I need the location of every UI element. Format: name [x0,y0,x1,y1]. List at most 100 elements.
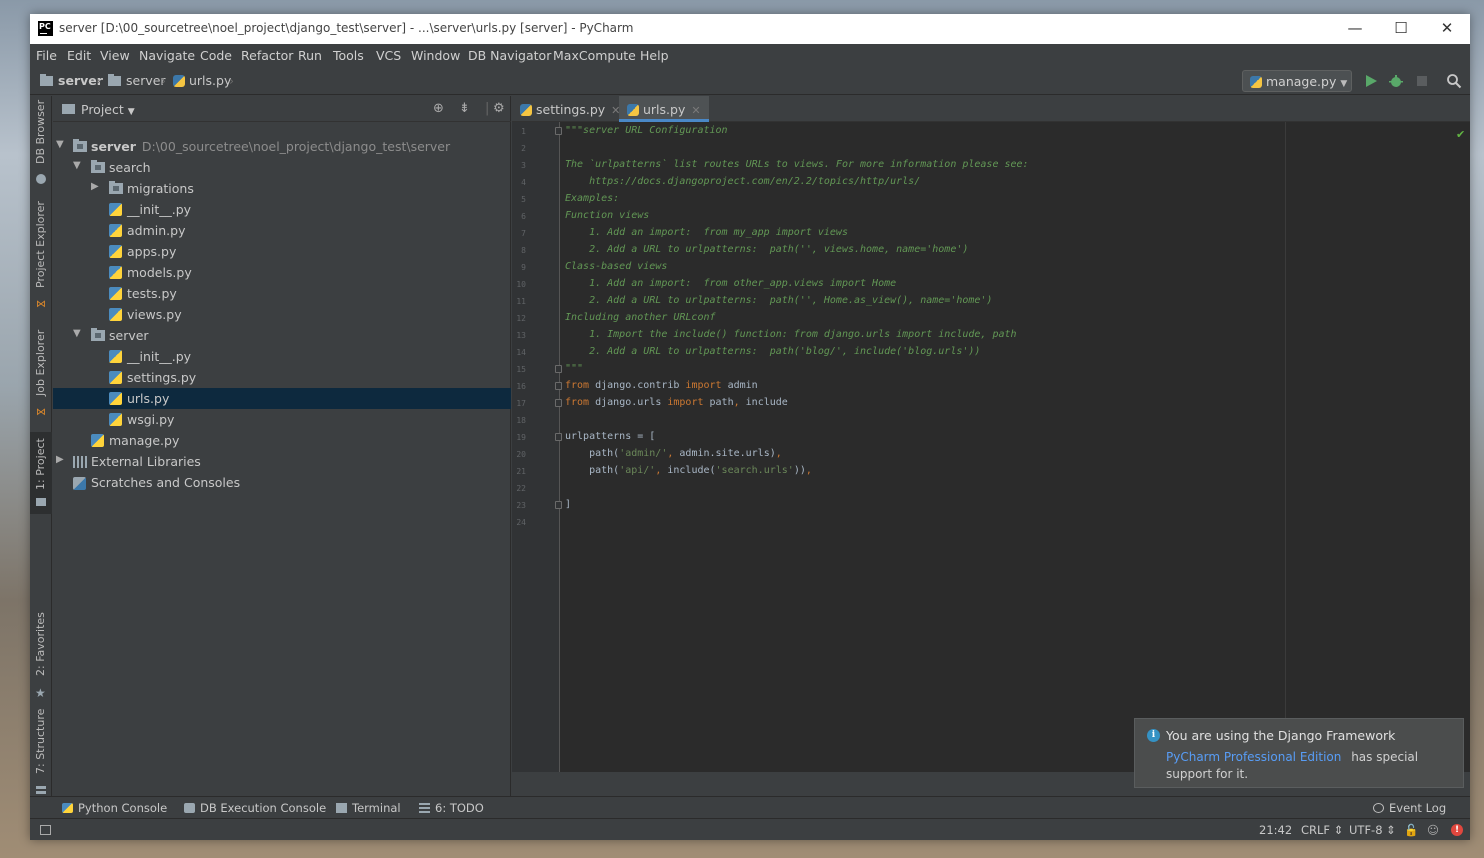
menu-maxcompute[interactable]: MaxCompute [553,48,636,63]
gear-icon[interactable]: ⚙ [493,101,505,116]
line-number: 17 [516,399,526,408]
terminal-button[interactable]: Terminal [336,801,401,815]
line-number: 18 [516,416,526,425]
tree-item-server-root[interactable]: ▼ server D:\00_sourcetree\noel_project\dj… [53,136,511,157]
chevron-right-icon: ▶ [91,181,99,192]
line-number: 24 [516,518,526,527]
tab-urls-py[interactable]: urls.py ✕ [619,96,709,122]
breadcrumb-separator: › [96,73,101,88]
minimize-button[interactable]: — [1332,14,1378,44]
code-line: 1. Import the include() function: from d… [565,329,1017,340]
menu-run[interactable]: Run [298,48,322,63]
inspector-icon[interactable]: ☺ [1427,823,1439,837]
menu-window[interactable]: Window [411,48,460,63]
caret-position[interactable]: 21:42 [1259,823,1292,837]
debug-icon[interactable] [1388,73,1404,89]
close-button[interactable]: ✕ [1424,14,1470,44]
tab-settings-py[interactable]: settings.py ✕ [512,96,628,122]
search-icon[interactable] [1446,73,1462,89]
menu-file[interactable]: File [36,48,57,63]
run-configuration-dropdown[interactable]: manage.py ▼ [1242,70,1352,92]
run-icon[interactable] [1363,73,1379,89]
notification-body: PyCharm Professional Edition has special… [1166,749,1456,783]
line-number: 3 [521,161,526,170]
db-execution-console-button[interactable]: DB Execution Console [184,801,326,815]
menu-vcs[interactable]: VCS [376,48,401,63]
tree-item-models[interactable]: models.py [53,262,511,283]
close-tab-icon[interactable]: ✕ [691,104,700,117]
line-separator[interactable]: CRLF ⇕ [1301,823,1343,837]
terminal-icon [336,803,347,813]
project-view-dropdown[interactable]: Project ▼ [81,102,135,117]
menu-edit[interactable]: Edit [67,48,91,63]
tab-structure[interactable]: 7: Structure [30,709,52,796]
fold-marker-icon[interactable] [555,433,562,441]
tree-item-tests[interactable]: tests.py [53,283,511,304]
toggle-tool-windows-icon[interactable] [40,825,51,835]
python-file-icon [91,434,104,447]
line-number: 11 [516,297,526,306]
fold-marker-icon[interactable] [555,382,562,390]
line-number: 13 [516,331,526,340]
tree-item-server-init[interactable]: __init__.py [53,346,511,367]
python-file-icon [173,75,185,87]
menu-code[interactable]: Code [200,48,232,63]
tree-item-migrations[interactable]: ▶ migrations [53,178,511,199]
file-encoding[interactable]: UTF-8 ⇕ [1349,823,1396,837]
breadcrumb-project[interactable]: server [40,73,103,88]
tree-item-apps[interactable]: apps.py [53,241,511,262]
tab-project[interactable]: 1: Project [30,432,52,514]
bottom-tool-bar: Python Console DB Execution Console Term… [30,796,1470,818]
menu-view[interactable]: View [100,48,130,63]
fold-marker-icon[interactable] [555,127,562,135]
tree-item-search[interactable]: ▼ search [53,157,511,178]
python-file-icon [109,308,122,321]
code-line: ] [565,499,572,510]
code-editor[interactable]: 1 2 3 4 5 6 7 8 9 10 11 12 13 14 15 16 17 18 19 20 21 22 23 24 … [512,122,1470,772]
menu-db-navigator[interactable]: DB Navigator [468,48,551,63]
tree-item-manage[interactable]: manage.py [53,430,511,451]
fold-marker-icon[interactable] [555,399,562,407]
maximize-button[interactable]: ☐ [1378,14,1424,44]
locate-file-icon[interactable]: ⊕ [433,101,444,116]
tree-item-settings[interactable]: settings.py [53,367,511,388]
menu-refactor[interactable]: Refactor [241,48,293,63]
python-file-icon [109,266,122,279]
lock-icon[interactable]: 🔓 [1404,823,1418,837]
tab-db-browser[interactable]: DB Browser [30,100,52,192]
tree-item-scratches[interactable]: Scratches and Consoles [53,472,511,493]
stop-icon[interactable] [1414,73,1430,89]
tree-item-views[interactable]: views.py [53,304,511,325]
tree-item-server-pkg[interactable]: ▼ server [53,325,511,346]
line-number: 7 [521,229,526,238]
tree-item-external-libraries[interactable]: ▶ External Libraries [53,451,511,472]
menu-tools[interactable]: Tools [333,48,364,63]
python-file-icon [109,350,122,363]
tree-item-search-init[interactable]: __init__.py [53,199,511,220]
menu-bar: File Edit View Navigate Code Refactor Ru… [30,44,1470,68]
tab-favorites[interactable]: 2: Favorites ★ [30,612,52,704]
fold-marker-icon[interactable] [555,365,562,373]
python-file-icon [109,224,122,237]
todo-button[interactable]: 6: TODO [419,801,484,815]
code-line: urlpatterns = [ [565,431,656,442]
line-number: 8 [521,246,526,255]
collapse-all-icon[interactable]: ⇟ [459,101,470,116]
fold-marker-icon[interactable] [555,501,562,509]
tree-item-urls[interactable]: urls.py [53,388,511,409]
menu-navigate[interactable]: Navigate [139,48,195,63]
tree-item-admin[interactable]: admin.py [53,220,511,241]
menu-help[interactable]: Help [640,48,669,63]
tab-job-explorer[interactable]: Job Explorer ⋈ [30,328,52,424]
breadcrumb-file[interactable]: urls.py [173,73,231,88]
breadcrumb-folder[interactable]: server [108,73,166,88]
event-log-button[interactable]: Event Log [1373,801,1446,815]
tab-project-explorer[interactable]: Project Explorer ⋈ [30,201,52,316]
structure-icon [36,784,46,794]
error-indicator-icon[interactable]: ! [1451,824,1463,836]
tree-item-wsgi[interactable]: wsgi.py [53,409,511,430]
python-console-button[interactable]: Python Console [62,801,167,815]
folder-icon [36,498,46,506]
folder-icon [40,74,53,86]
pycharm-professional-link[interactable]: PyCharm Professional Edition [1166,750,1341,764]
